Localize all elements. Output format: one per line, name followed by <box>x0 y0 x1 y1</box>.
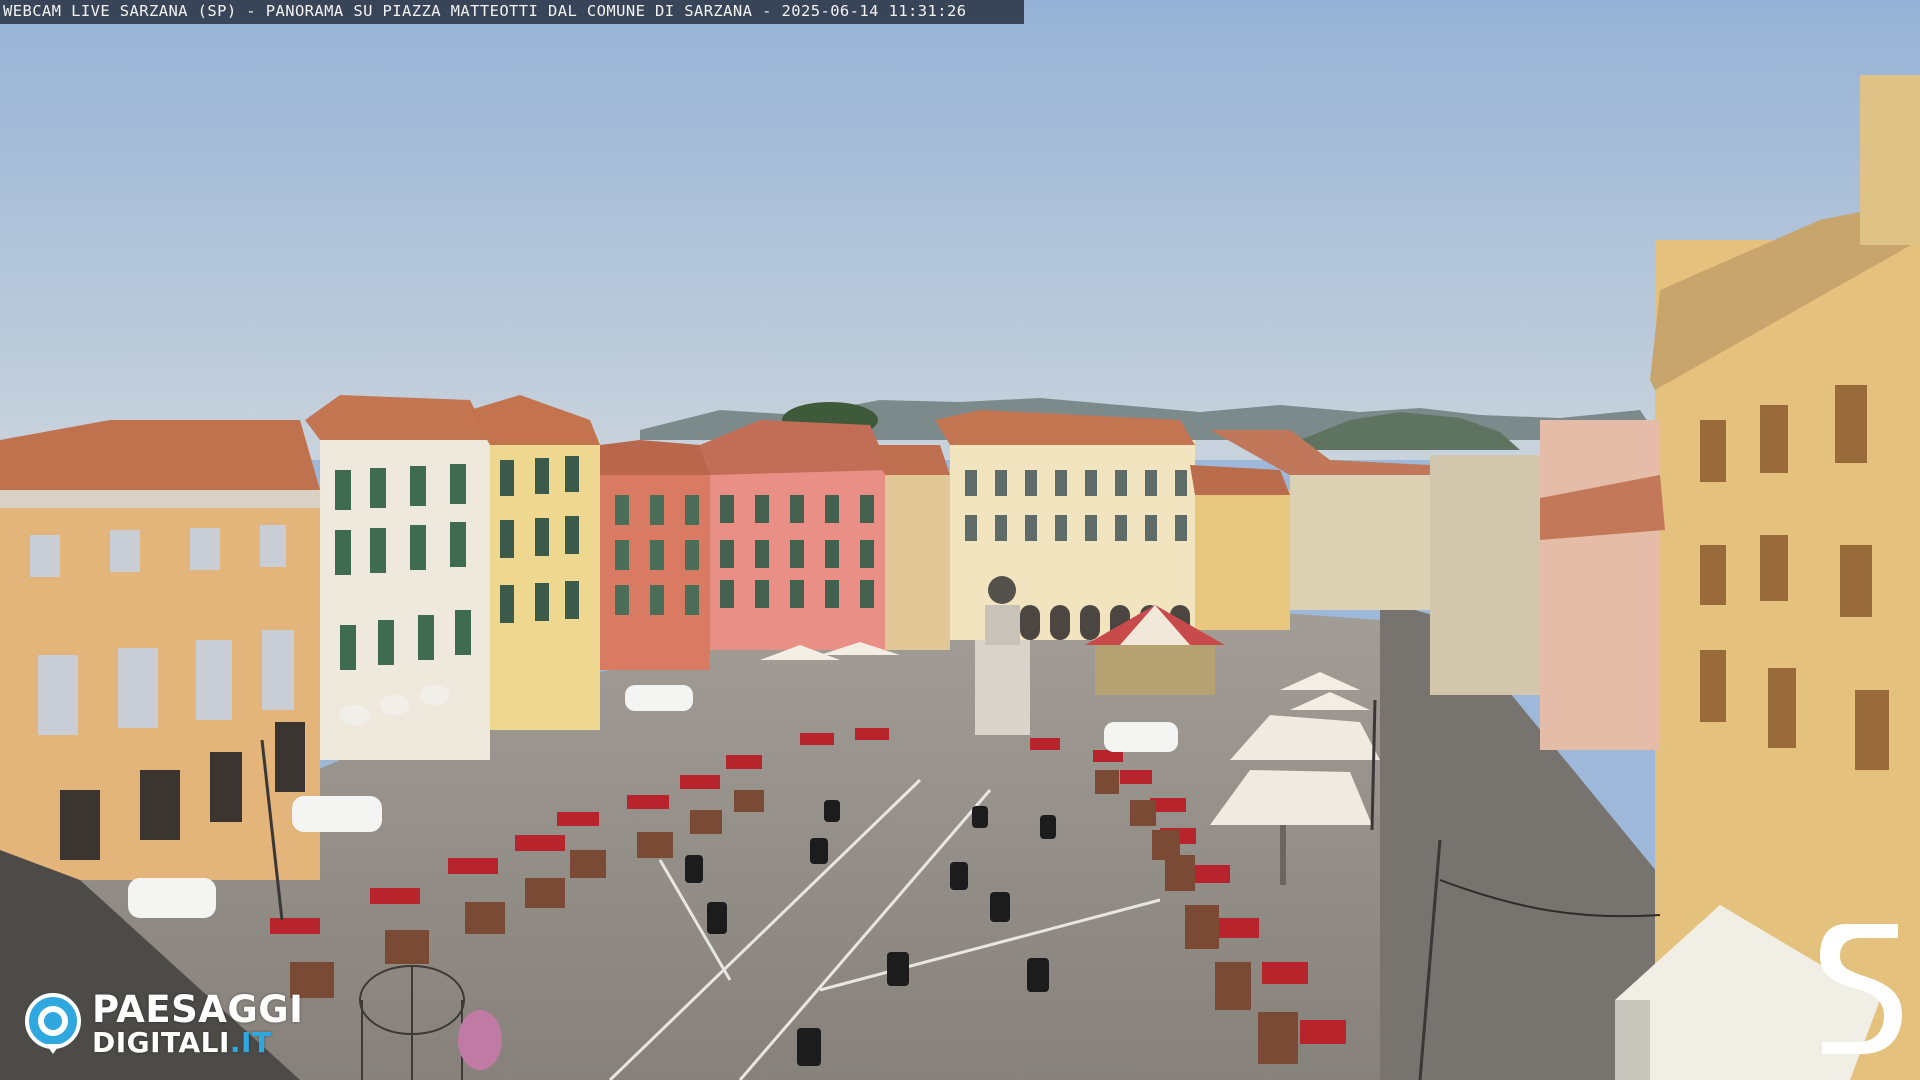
building-right-far <box>1430 455 1540 695</box>
watermark-line2: DIGITALI.IT <box>92 1026 272 1059</box>
webcam-frame: WEBCAM LIVE SARZANA (SP) - PANORAMA SU P… <box>0 0 1920 1080</box>
roof <box>600 440 710 475</box>
watermark-line2-main: DIGITALI <box>92 1026 230 1059</box>
building-yellow-mid <box>1195 490 1290 630</box>
building-beige <box>885 470 950 650</box>
sky <box>0 0 1920 460</box>
camera-lens-icon <box>25 993 81 1054</box>
piazza-panorama-image <box>0 0 1920 1080</box>
webcam-caption: WEBCAM LIVE SARZANA (SP) - PANORAMA SU P… <box>3 2 967 20</box>
roof <box>305 395 490 440</box>
tower <box>1860 75 1920 245</box>
watermark-line2-tld: .IT <box>229 1026 272 1059</box>
cornice <box>0 490 320 508</box>
building-far <box>1290 470 1430 610</box>
watermark-line1: PAESAGGI <box>92 988 304 1031</box>
caption-bar: WEBCAM LIVE SARZANA (SP) - PANORAMA SU P… <box>0 0 1024 24</box>
letter-s-logo <box>1820 924 1902 1054</box>
flower-bush <box>458 1010 502 1070</box>
paesaggi-digitali-watermark: PAESAGGI DIGITALI.IT <box>24 988 334 1062</box>
building-right-mid <box>1540 420 1660 750</box>
